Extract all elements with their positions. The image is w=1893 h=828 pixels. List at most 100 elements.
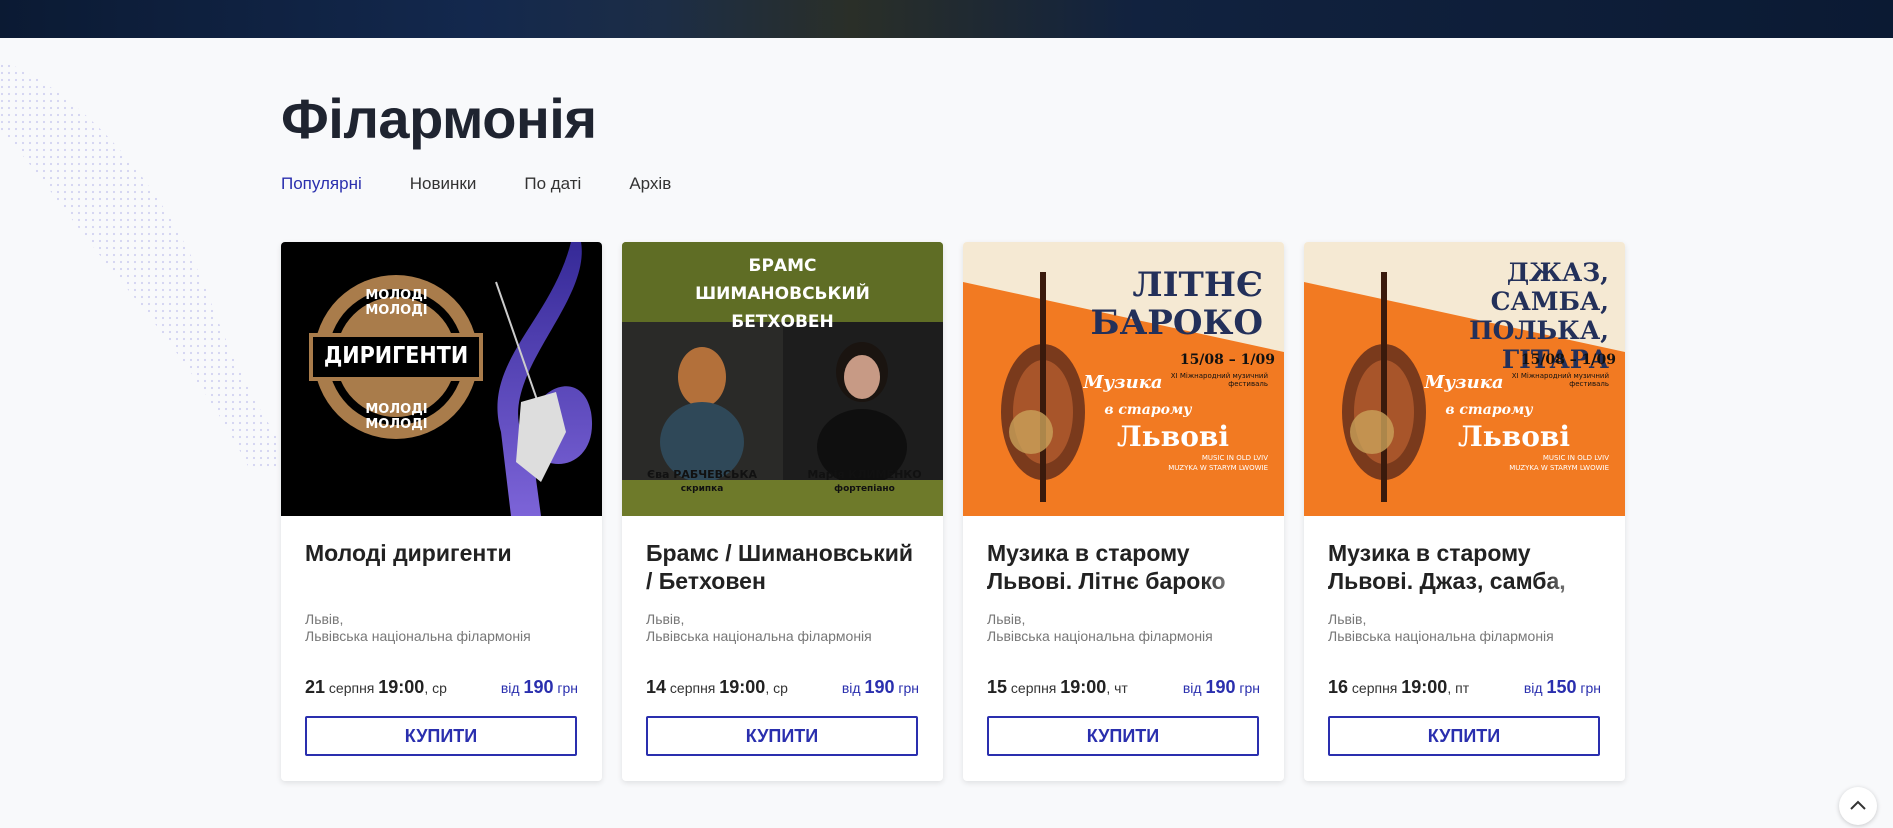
buy-button[interactable]: КУПИТИ [987, 716, 1259, 756]
poster-heading-line: ЛІТНЄ [1132, 265, 1263, 305]
poster-logo: в старому [1104, 402, 1192, 418]
price-prefix: від [500, 680, 520, 696]
event-poster[interactable]: ДЖАЗ, САМБА, ПОЛЬКА, ГІТАРА 15/08 – 1/09… [1304, 242, 1625, 516]
event-day: 16 [1328, 677, 1349, 697]
event-month: серпня [1010, 680, 1057, 696]
event-venue-name: Львівська національна філармонія [987, 628, 1213, 644]
event-title[interactable]: Брамс / Шимановський / Бетховен [646, 539, 921, 595]
event-weekday: , пт [1447, 680, 1470, 696]
event-venue: Львів, Львівська національна філармонія [1328, 611, 1554, 645]
event-poster[interactable]: ЛІТНЄ БАРОКО 15/08 – 1/09 XI Міжнародний… [963, 242, 1284, 516]
poster-text: ДИРИГЕНТИ [323, 343, 469, 369]
poster-english: MUSIC IN OLD LVIV [1201, 454, 1268, 462]
poster-text: БЕТХОВЕН [731, 312, 834, 332]
price-value: 150 [1546, 677, 1577, 697]
poster-english: MUSIC IN OLD LVIV [1542, 454, 1609, 462]
poster-festival: XI Міжнародний музичний фестиваль [1170, 372, 1268, 388]
event-time: 19:00 [719, 677, 766, 697]
poster-english: MUZYKA W STARYM LWOWIE [1509, 464, 1609, 472]
poster-text: ШИМАНОВСЬКИЙ [695, 284, 870, 304]
chevron-up-icon [1850, 800, 1866, 810]
poster-heading-line: ПОЛЬКА, [1469, 316, 1609, 345]
event-month: серпня [669, 680, 716, 696]
event-venue: Львів, Львівська національна філармонія [305, 611, 531, 645]
event-venue-name: Львівська національна філармонія [646, 628, 872, 644]
event-day: 14 [646, 677, 667, 697]
scroll-to-top-button[interactable] [1839, 787, 1877, 825]
tab-archive[interactable]: Архів [629, 174, 671, 194]
event-card-list: МОЛОДІ МОЛОДІ ДИРИГЕНТИ МОЛОДІ МОЛОДІ Мо… [281, 242, 1625, 781]
event-card[interactable]: МОЛОДІ МОЛОДІ ДИРИГЕНТИ МОЛОДІ МОЛОДІ Мо… [281, 242, 602, 781]
event-venue: Львів, Львівська національна філармонія [987, 611, 1213, 645]
price-value: 190 [523, 677, 554, 697]
event-venue-name: Львівська національна філармонія [1328, 628, 1554, 644]
poster-logo: Львові [1117, 420, 1229, 453]
event-price: від 150 грн [1524, 677, 1601, 698]
buy-button[interactable]: КУПИТИ [646, 716, 918, 756]
event-price: від 190 грн [842, 677, 919, 698]
poster-logo: Музика [1424, 372, 1504, 393]
event-title[interactable]: Молоді диригенти [305, 539, 580, 567]
poster-heading-line: БАРОКО [1090, 303, 1263, 343]
price-value: 190 [864, 677, 895, 697]
poster-text: фортепіано [834, 484, 895, 494]
poster-text: скрипка [680, 484, 724, 494]
event-day: 15 [987, 677, 1008, 697]
price-prefix: від [1523, 680, 1543, 696]
event-card[interactable]: ЛІТНЄ БАРОКО 15/08 – 1/09 XI Міжнародний… [963, 242, 1284, 781]
poster-festival: XI Міжнародний музичний фестиваль [1511, 372, 1609, 388]
event-card[interactable]: БРАМС ШИМАНОВСЬКИЙ БЕТХОВЕН Єва РАБЧЕВСЬ… [622, 242, 943, 781]
poster-text: МОЛОДІ МОЛОДІ [365, 402, 428, 432]
event-venue-name: Львівська національна філармонія [305, 628, 531, 644]
page-title: Філармонія [281, 87, 597, 150]
poster-logo: Львові [1458, 420, 1570, 453]
event-month: серпня [328, 680, 375, 696]
event-weekday: , ср [424, 680, 447, 696]
tab-new[interactable]: Новинки [410, 174, 477, 194]
event-price: від 190 грн [501, 677, 578, 698]
event-city: Львів, [987, 611, 1026, 627]
filter-tabs: Популярні Новинки По даті Архів [281, 174, 671, 194]
event-city: Львів, [1328, 611, 1367, 627]
event-day: 21 [305, 677, 326, 697]
event-poster[interactable]: БРАМС ШИМАНОВСЬКИЙ БЕТХОВЕН Єва РАБЧЕВСЬ… [622, 242, 943, 516]
event-poster[interactable]: МОЛОДІ МОЛОДІ ДИРИГЕНТИ МОЛОДІ МОЛОДІ [281, 242, 602, 516]
tab-popular[interactable]: Популярні [281, 174, 362, 194]
event-time: 19:00 [378, 677, 425, 697]
event-date: 16 серпня 19:00, пт [1328, 677, 1469, 698]
event-date: 21 серпня 19:00, ср [305, 677, 447, 698]
event-city: Львів, [305, 611, 344, 627]
buy-button[interactable]: КУПИТИ [305, 716, 577, 756]
poster-english: MUZYKA W STARYM LWOWIE [1168, 464, 1268, 472]
event-date: 15 серпня 19:00, чт [987, 677, 1128, 698]
poster-graphic [309, 242, 593, 516]
event-date: 14 серпня 19:00, ср [646, 677, 788, 698]
event-time: 19:00 [1060, 677, 1107, 697]
poster-dates: 15/08 – 1/09 [1179, 352, 1275, 368]
poster-logo: Музика [1083, 372, 1163, 393]
tab-by-date[interactable]: По даті [524, 174, 581, 194]
poster-heading-line: ДЖАЗ, САМБА, [1490, 258, 1609, 316]
poster-dates: 15/08 – 1/09 [1520, 352, 1616, 368]
hero-banner-bottom-edge [0, 0, 1893, 38]
poster-text: БРАМС [748, 256, 817, 276]
event-weekday: , ср [765, 680, 788, 696]
buy-button[interactable]: КУПИТИ [1328, 716, 1600, 756]
title-fade [1202, 567, 1262, 595]
price-currency: грн [898, 680, 919, 696]
poster-text: Єва РАБЧЕВСЬКА [647, 468, 757, 481]
event-venue: Львів, Львівська національна філармонія [646, 611, 872, 645]
decorative-dot-pattern [0, 60, 300, 470]
event-weekday: , чт [1106, 680, 1128, 696]
poster-text: МОЛОДІ МОЛОДІ [365, 288, 428, 318]
event-city: Львів, [646, 611, 685, 627]
price-value: 190 [1205, 677, 1236, 697]
title-fade [1543, 567, 1603, 595]
event-price: від 190 грн [1183, 677, 1260, 698]
poster-logo: в старому [1445, 402, 1533, 418]
poster-text: ЛІТНЄ БАРОКО [1083, 266, 1263, 342]
poster-text: Марія КЛИМЕНКО [807, 468, 922, 481]
price-prefix: від [1182, 680, 1202, 696]
price-currency: грн [557, 680, 578, 696]
event-card[interactable]: ДЖАЗ, САМБА, ПОЛЬКА, ГІТАРА 15/08 – 1/09… [1304, 242, 1625, 781]
